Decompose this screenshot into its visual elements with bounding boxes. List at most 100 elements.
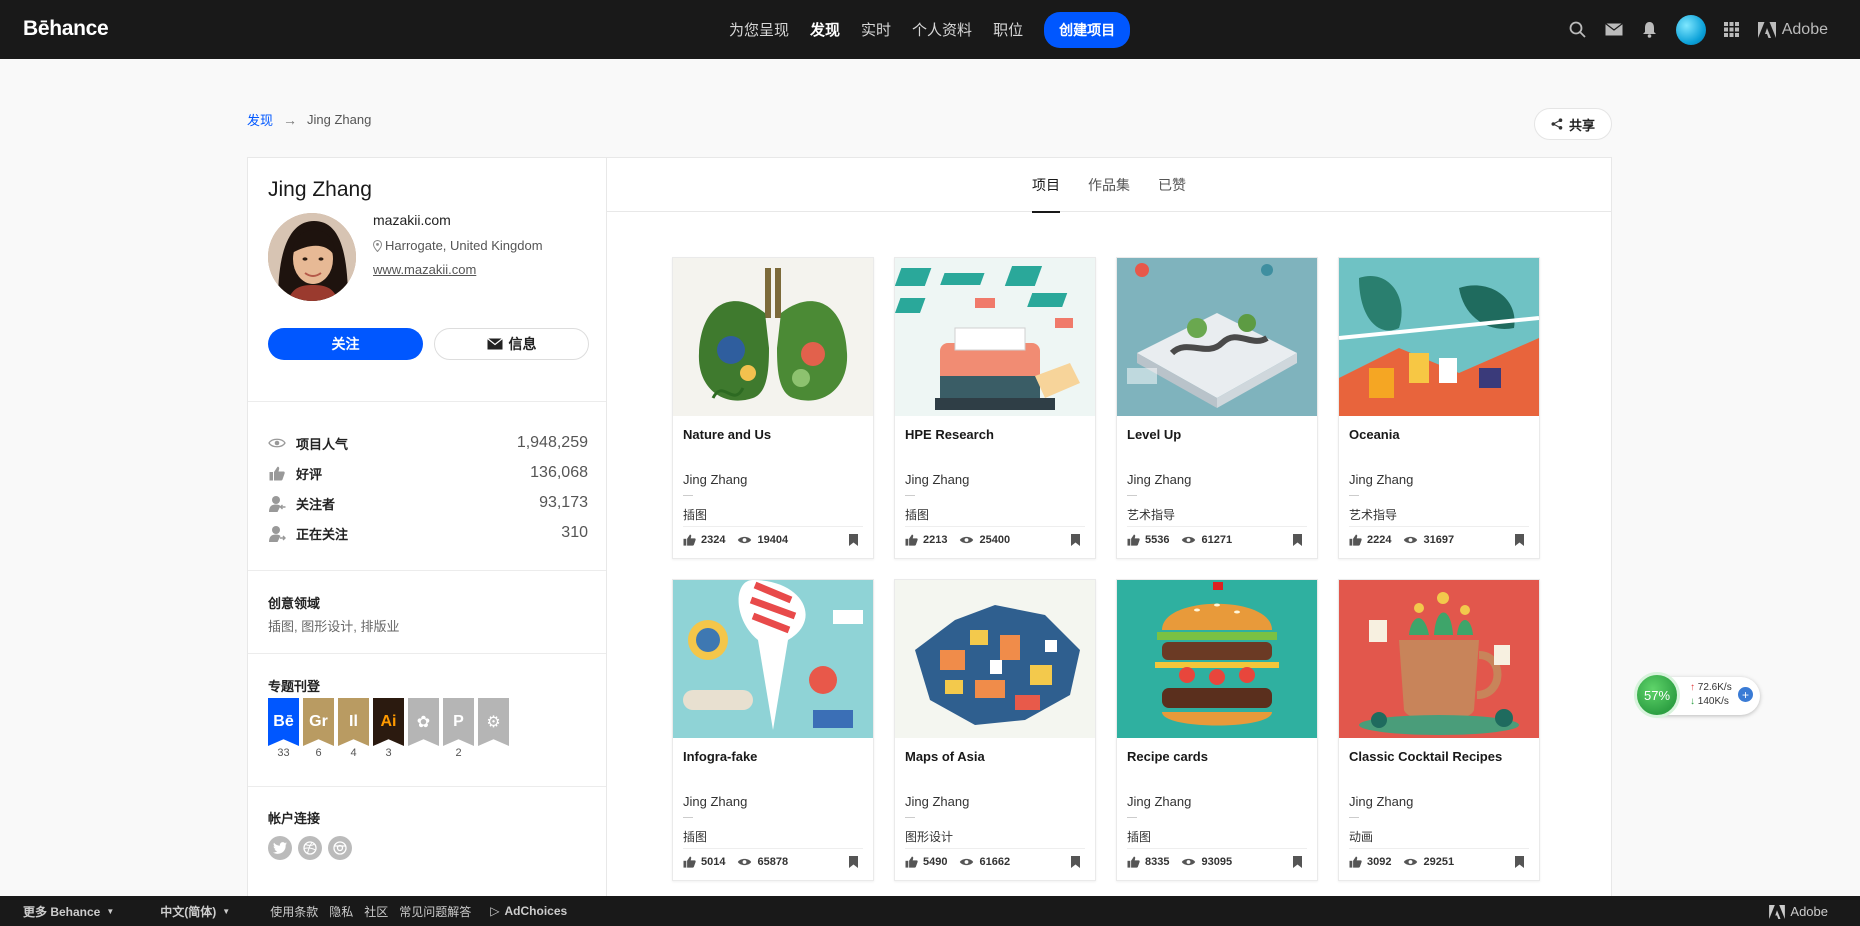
project-card[interactable]: Maps of Asia Jing Zhang 图形设计 5490 61662: [894, 579, 1096, 881]
project-owner[interactable]: Jing Zhang: [683, 794, 747, 809]
project-thumbnail[interactable]: [1117, 580, 1317, 738]
follow-button[interactable]: 关注: [268, 328, 423, 360]
badge-item[interactable]: Il 4: [338, 698, 369, 760]
more-behance-dropdown[interactable]: 更多 Behance ▼: [23, 903, 114, 920]
bell-icon[interactable]: [1640, 20, 1660, 40]
project-title[interactable]: HPE Research: [905, 427, 994, 442]
breadcrumb: 发现 → Jing Zhang: [247, 110, 371, 129]
search-icon[interactable]: [1568, 20, 1588, 40]
project-field[interactable]: 插图: [1127, 828, 1151, 845]
dribbble-icon[interactable]: [298, 836, 322, 860]
project-field[interactable]: 插图: [683, 828, 707, 845]
project-owner[interactable]: Jing Zhang: [1127, 794, 1191, 809]
project-thumbnail[interactable]: [1339, 258, 1539, 416]
adobe-link[interactable]: Adobe: [1757, 21, 1828, 39]
download-speed-value: 140K/s: [1697, 696, 1729, 707]
project-title[interactable]: Oceania: [1349, 427, 1400, 442]
footer-link-terms[interactable]: 使用条款: [270, 903, 318, 920]
nav-live[interactable]: 实时: [861, 19, 891, 40]
project-thumbnail[interactable]: [673, 258, 873, 416]
mail-icon[interactable]: [1604, 20, 1624, 40]
network-speed-widget[interactable]: 57% ↑ 72.6K/s ↓ 140K/s +: [1634, 672, 1760, 718]
plus-icon[interactable]: +: [1738, 687, 1753, 702]
project-title[interactable]: Nature and Us: [683, 427, 771, 442]
badge-item[interactable]: P 2: [443, 698, 474, 760]
bookmark-icon[interactable]: [849, 856, 858, 868]
footer-link-community[interactable]: 社区: [364, 903, 388, 920]
adchoices-link[interactable]: ▷ AdChoices: [490, 904, 567, 918]
twitter-icon[interactable]: [268, 836, 292, 860]
likes-count: 2224: [1367, 534, 1392, 546]
footer-adobe-link[interactable]: Adobe: [1769, 904, 1828, 919]
bookmark-icon[interactable]: [1071, 856, 1080, 868]
project-owner[interactable]: Jing Zhang: [905, 472, 969, 487]
project-thumbnail[interactable]: [1117, 258, 1317, 416]
bookmark-icon[interactable]: [1071, 534, 1080, 546]
tab-appreciated[interactable]: 已赞: [1158, 158, 1186, 212]
project-card[interactable]: Infogra-fake Jing Zhang 插图 5014 65878: [672, 579, 874, 881]
bookmark-icon[interactable]: [849, 534, 858, 546]
profile-avatar[interactable]: [268, 213, 356, 301]
project-card[interactable]: Recipe cards Jing Zhang 插图 8335 93095: [1116, 579, 1318, 881]
bookmark-icon[interactable]: [1293, 856, 1302, 868]
views-stat: 25400: [959, 534, 1010, 546]
project-card[interactable]: Level Up Jing Zhang 艺术指导 5536 61271: [1116, 257, 1318, 559]
badge-item[interactable]: Bē 33: [268, 698, 299, 760]
project-field[interactable]: 插图: [905, 506, 929, 523]
project-card[interactable]: Oceania Jing Zhang 艺术指导 2224 31697: [1338, 257, 1540, 559]
profile-website-link[interactable]: www.mazakii.com: [373, 262, 476, 277]
separator: [1349, 817, 1359, 818]
breadcrumb-discover-link[interactable]: 发现: [247, 110, 273, 129]
adchoices-label: AdChoices: [504, 904, 568, 918]
project-owner[interactable]: Jing Zhang: [1349, 472, 1413, 487]
project-card[interactable]: HPE Research Jing Zhang 插图 2213 25400: [894, 257, 1096, 559]
create-project-button[interactable]: 创建项目: [1044, 11, 1131, 48]
project-title[interactable]: Recipe cards: [1127, 749, 1208, 764]
project-field[interactable]: 插图: [683, 506, 707, 523]
project-title[interactable]: Maps of Asia: [905, 749, 985, 764]
speed-percent[interactable]: 57%: [1634, 672, 1680, 718]
tab-moodboards[interactable]: 作品集: [1088, 158, 1130, 212]
project-field[interactable]: 艺术指导: [1349, 506, 1397, 523]
nav-profile[interactable]: 个人资料: [912, 19, 972, 40]
project-field[interactable]: 动画: [1349, 828, 1373, 845]
badge-item[interactable]: Ai 3: [373, 698, 404, 760]
apps-grid-icon[interactable]: [1722, 20, 1742, 40]
project-owner[interactable]: Jing Zhang: [1127, 472, 1191, 487]
project-thumbnail[interactable]: [673, 580, 873, 738]
project-thumbnail[interactable]: [1339, 580, 1539, 738]
project-card[interactable]: Classic Cocktail Recipes Jing Zhang 动画 3…: [1338, 579, 1540, 881]
bookmark-icon[interactable]: [1293, 534, 1302, 546]
project-owner[interactable]: Jing Zhang: [683, 472, 747, 487]
bookmark-icon[interactable]: [1515, 856, 1524, 868]
language-dropdown[interactable]: 中文(简体) ▼: [160, 903, 230, 920]
share-button[interactable]: 共享: [1534, 108, 1612, 140]
project-thumbnail[interactable]: [895, 258, 1095, 416]
project-thumbnail[interactable]: [895, 580, 1095, 738]
views-stat: 61662: [959, 856, 1010, 868]
badge-item[interactable]: Gr 6: [303, 698, 334, 760]
bookmark-icon[interactable]: [1515, 534, 1524, 546]
badge-item[interactable]: ⚙: [478, 698, 509, 760]
divider: [248, 653, 606, 654]
project-title[interactable]: Classic Cocktail Recipes: [1349, 749, 1502, 764]
stat-following: 正在关注 310: [268, 518, 588, 548]
project-card[interactable]: Nature and Us Jing Zhang 插图 2324 19404: [672, 257, 874, 559]
tab-projects[interactable]: 项目: [1032, 158, 1060, 213]
footer-link-faq[interactable]: 常见问题解答: [399, 903, 471, 920]
nav-discover[interactable]: 发现: [810, 19, 840, 40]
project-owner[interactable]: Jing Zhang: [1349, 794, 1413, 809]
project-title[interactable]: Infogra-fake: [683, 749, 757, 764]
badge-item[interactable]: ✿: [408, 698, 439, 760]
project-owner[interactable]: Jing Zhang: [905, 794, 969, 809]
project-field[interactable]: 艺术指导: [1127, 506, 1175, 523]
footer-link-privacy[interactable]: 隐私: [329, 903, 353, 920]
nav-for-you[interactable]: 为您呈现: [729, 19, 789, 40]
project-field[interactable]: 图形设计: [905, 828, 953, 845]
camera-icon[interactable]: [328, 836, 352, 860]
project-title[interactable]: Level Up: [1127, 427, 1181, 442]
user-avatar[interactable]: [1675, 14, 1706, 45]
behance-logo[interactable]: Bēhance: [23, 17, 109, 41]
nav-jobs[interactable]: 职位: [993, 19, 1023, 40]
message-button[interactable]: 信息: [434, 328, 589, 360]
